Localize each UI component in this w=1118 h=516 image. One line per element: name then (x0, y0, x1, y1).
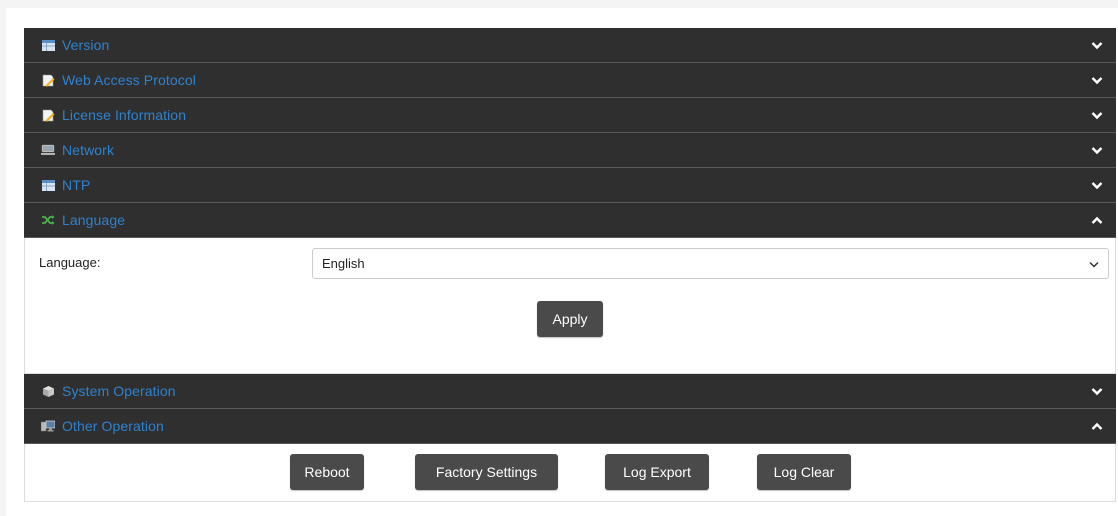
section-header-language[interactable]: Language (24, 203, 1116, 238)
table-icon (41, 178, 55, 192)
section-title: System Operation (62, 383, 176, 399)
chevron-down-icon (1089, 256, 1099, 271)
chevron-down-icon[interactable] (1090, 143, 1104, 157)
section-title: Other Operation (62, 418, 164, 434)
section-header-version[interactable]: Version (24, 28, 1116, 63)
computer-icon (41, 419, 55, 433)
section-header-ntp[interactable]: NTP (24, 168, 1116, 203)
section-title: Version (62, 37, 110, 53)
document-edit-icon (41, 108, 55, 122)
chevron-down-icon[interactable] (1090, 384, 1104, 398)
reboot-button[interactable]: Reboot (290, 454, 364, 490)
chevron-down-icon[interactable] (1090, 108, 1104, 122)
chevron-down-icon[interactable] (1090, 38, 1104, 52)
section-header-license-information[interactable]: License Information (24, 98, 1116, 133)
page: Version Web Access Protocol License Info… (6, 8, 1118, 516)
other-operation-panel: Reboot Factory Settings Log Export Log C… (24, 444, 1116, 502)
section-header-web-access-protocol[interactable]: Web Access Protocol (24, 63, 1116, 98)
chevron-up-icon[interactable] (1090, 419, 1104, 433)
log-export-button[interactable]: Log Export (605, 454, 709, 490)
section-title: Web Access Protocol (62, 72, 196, 88)
chevron-down-icon[interactable] (1090, 178, 1104, 192)
section-header-system-operation[interactable]: System Operation (24, 374, 1116, 409)
document-edit-icon (41, 73, 55, 87)
shuffle-icon (41, 213, 55, 227)
chevron-up-icon[interactable] (1090, 213, 1104, 227)
cube-icon (41, 384, 55, 398)
apply-button[interactable]: Apply (537, 301, 603, 337)
settings-accordion: Version Web Access Protocol License Info… (24, 28, 1116, 502)
section-title: Network (62, 142, 115, 158)
factory-settings-button[interactable]: Factory Settings (415, 454, 558, 490)
language-label: Language: (39, 255, 101, 270)
network-icon (41, 143, 55, 157)
section-title: NTP (62, 177, 91, 193)
section-title: License Information (62, 107, 187, 123)
language-panel: Language: English Apply (24, 238, 1116, 374)
log-clear-button[interactable]: Log Clear (757, 454, 851, 490)
section-header-other-operation[interactable]: Other Operation (24, 409, 1116, 444)
language-selected-value: English (322, 256, 365, 271)
table-icon (41, 38, 55, 52)
section-header-network[interactable]: Network (24, 133, 1116, 168)
section-title: Language (62, 212, 126, 228)
language-select[interactable]: English (312, 248, 1109, 279)
chevron-down-icon[interactable] (1090, 73, 1104, 87)
